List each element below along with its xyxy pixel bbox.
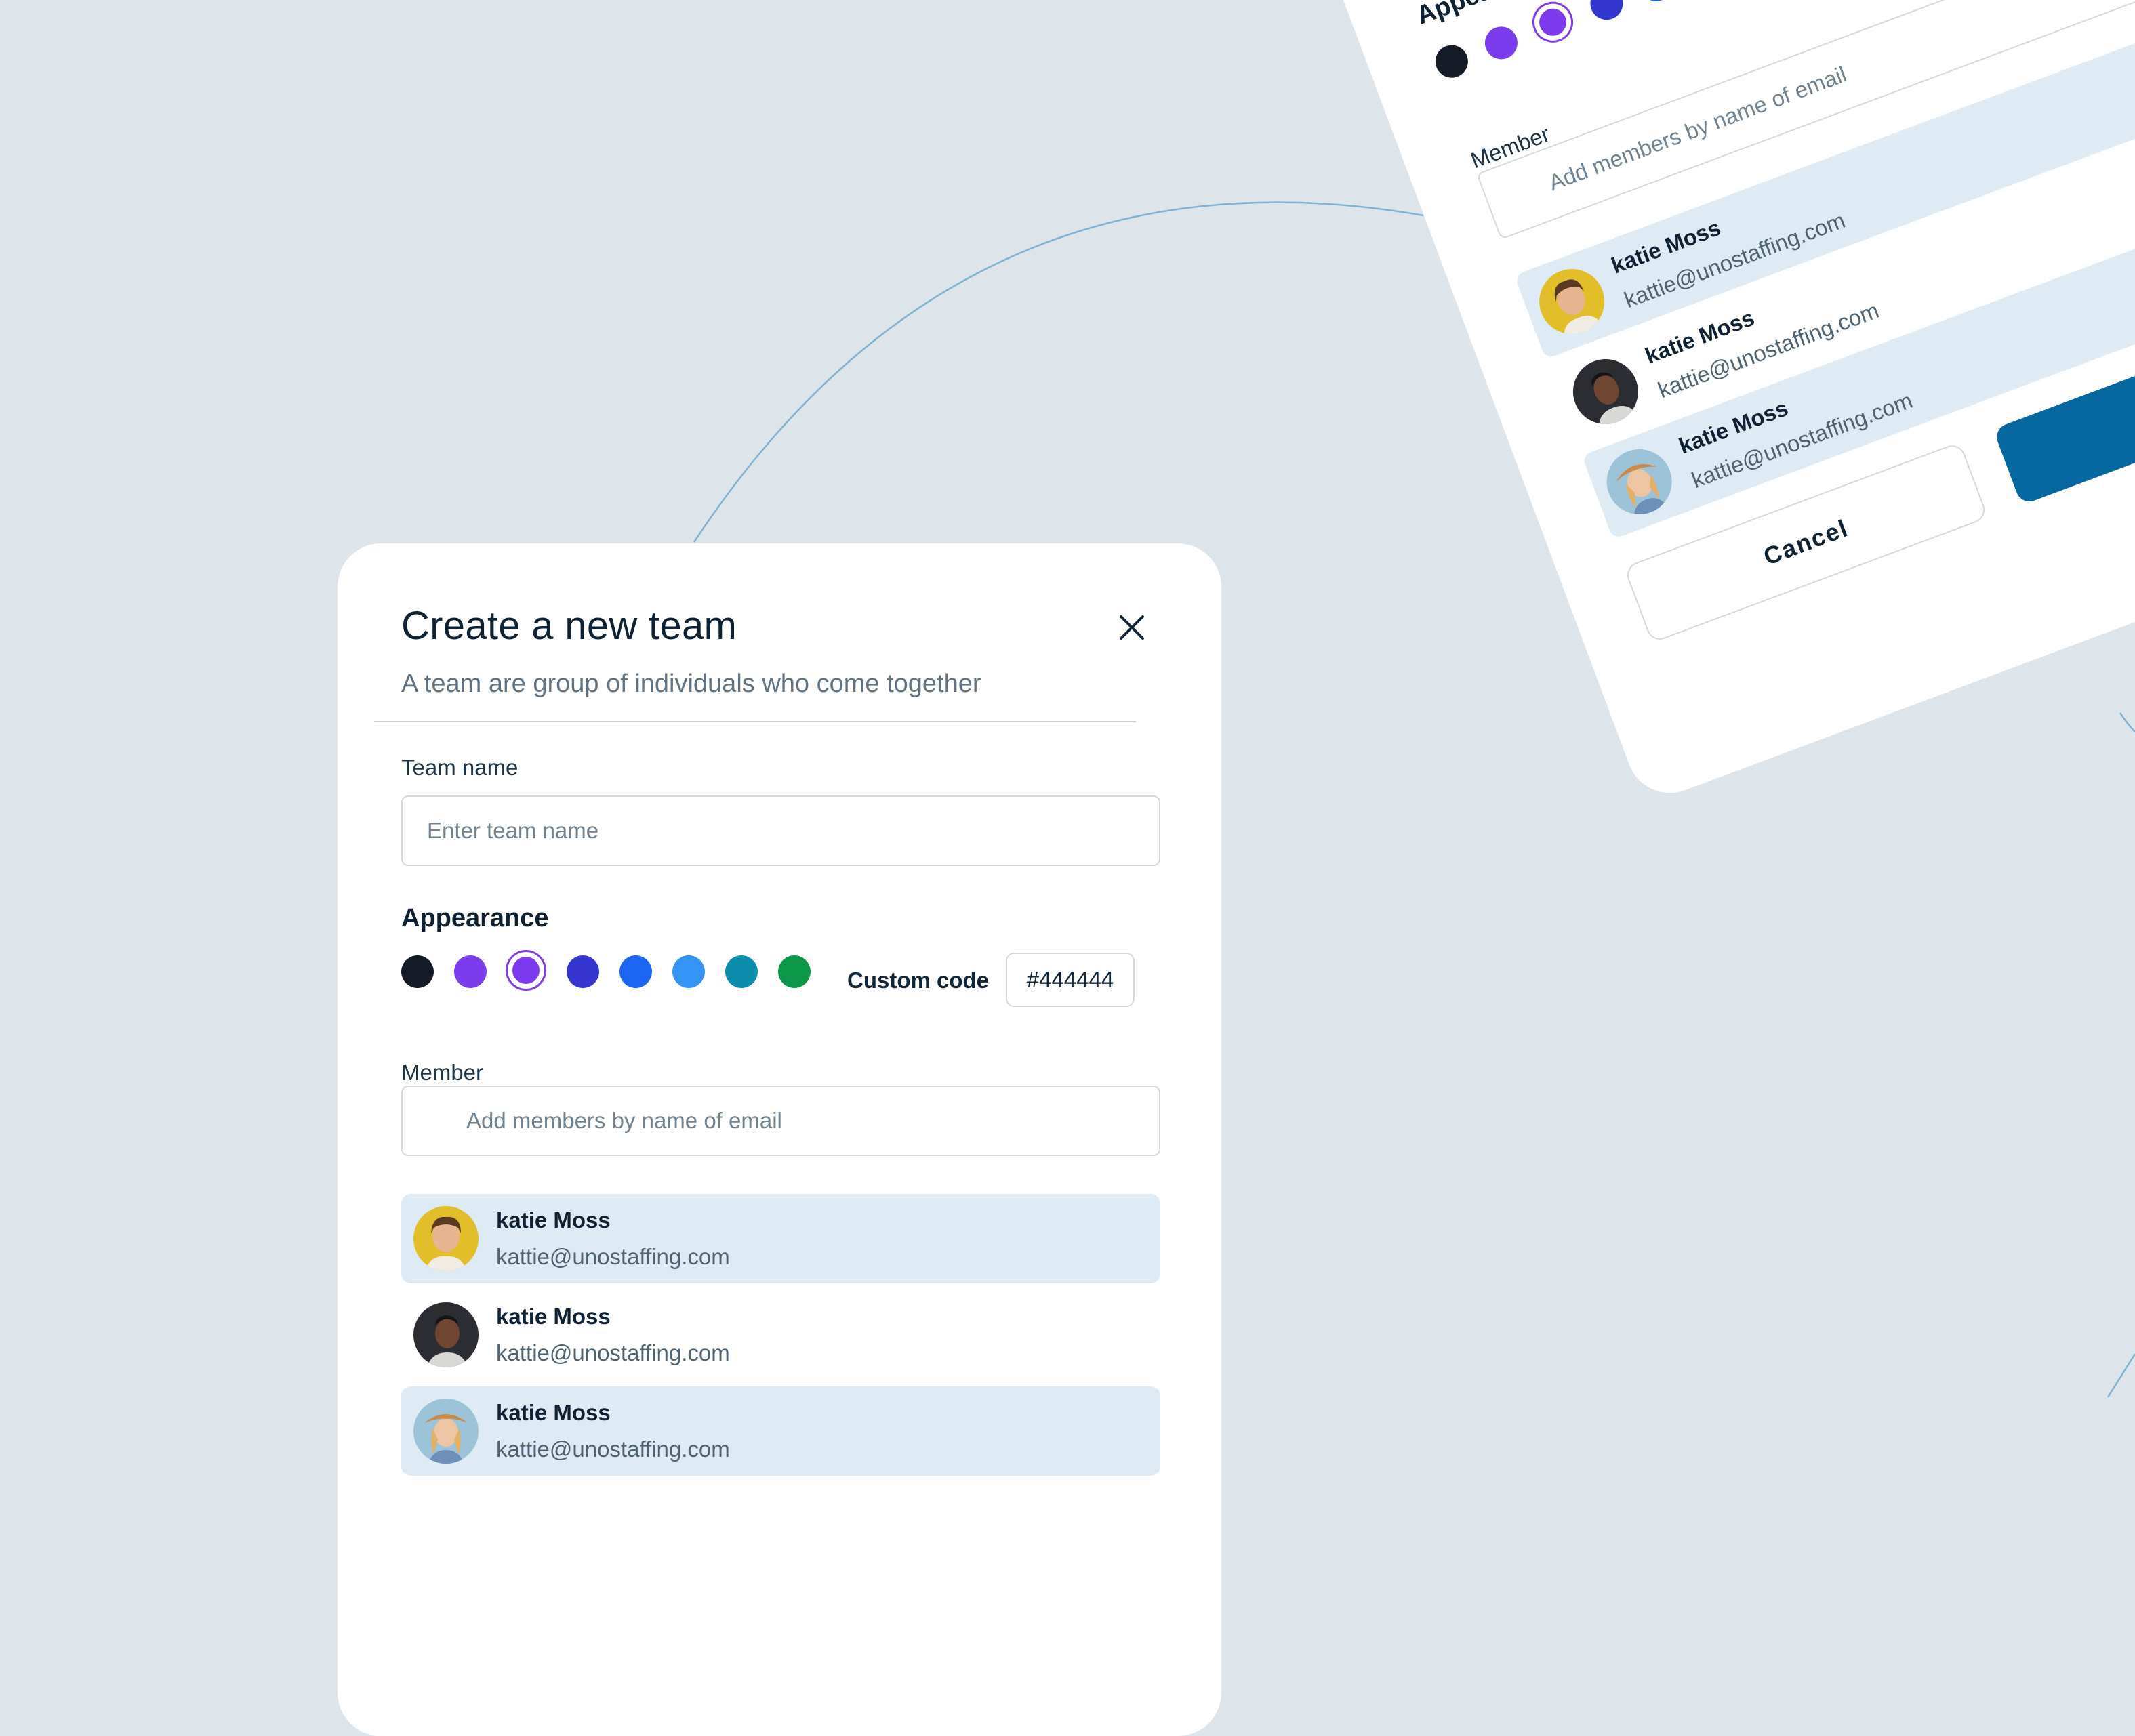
custom-code-input[interactable] xyxy=(1006,953,1135,1007)
avatar xyxy=(1530,260,1614,344)
member-name: katie Moss xyxy=(496,1400,611,1425)
member-row[interactable]: katie Moss kattie@unostaffing.com xyxy=(401,1194,1160,1283)
color-swatch-indigo[interactable] xyxy=(1585,0,1628,25)
modal-title: Create a new team xyxy=(401,604,737,648)
member-row[interactable]: katie Moss kattie@unostaffing.com xyxy=(401,1386,1160,1476)
color-swatch-violet[interactable] xyxy=(1480,22,1522,64)
close-icon[interactable] xyxy=(1116,611,1148,644)
color-swatch-black[interactable] xyxy=(401,955,434,988)
member-email: kattie@unostaffing.com xyxy=(496,1340,730,1365)
custom-code-label: Custom code xyxy=(847,968,990,993)
modal-subtitle: A team are group of individuals who come… xyxy=(401,669,981,698)
color-swatch-violet[interactable] xyxy=(454,955,487,988)
create-team-modal: Create a new team A team are group of in… xyxy=(338,543,1221,1736)
avatar xyxy=(1564,350,1648,434)
team-name-label: Team name xyxy=(401,755,518,780)
member-row[interactable]: katie Moss kattie@unostaffing.com xyxy=(401,1290,1160,1380)
appearance-label: Appearance xyxy=(401,904,549,932)
color-swatch-teal[interactable] xyxy=(725,955,758,988)
color-swatches xyxy=(1430,0,1678,85)
color-swatch-indigo[interactable] xyxy=(567,955,599,988)
member-name: katie Moss xyxy=(496,1207,611,1233)
member-search-input[interactable] xyxy=(401,1086,1160,1156)
color-swatch-blue[interactable] xyxy=(1635,0,1678,6)
color-swatch-black[interactable] xyxy=(1430,40,1473,83)
color-swatch-sky[interactable] xyxy=(672,955,705,988)
color-swatch-purple-selected[interactable] xyxy=(1526,0,1579,49)
avatar xyxy=(1597,440,1682,524)
avatar xyxy=(413,1302,479,1367)
avatar xyxy=(413,1399,479,1464)
member-search xyxy=(401,1086,1160,1156)
team-name-input[interactable] xyxy=(401,795,1160,866)
color-swatch-green[interactable] xyxy=(778,955,811,988)
color-swatch-purple-selected[interactable] xyxy=(506,950,546,991)
avatar xyxy=(413,1206,479,1271)
member-email: kattie@unostaffing.com xyxy=(496,1244,730,1269)
member-email: kattie@unostaffing.com xyxy=(496,1437,730,1462)
color-swatch-blue[interactable] xyxy=(619,955,652,988)
divider xyxy=(374,721,1136,722)
member-name: katie Moss xyxy=(496,1304,611,1329)
member-label: Member xyxy=(401,1060,484,1085)
